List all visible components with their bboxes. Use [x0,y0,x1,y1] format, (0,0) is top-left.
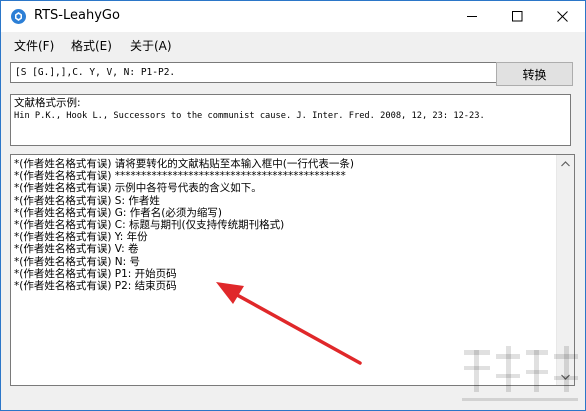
example-panel: 文献格式示例: Hin P.K., Hook L., Successors to… [10,94,571,146]
app-logo-icon [11,9,26,24]
menu-file[interactable]: 文件(F) [14,37,54,54]
text-line: *(作者姓名格式有误) V: 卷 [14,243,139,256]
text-line: *(作者姓名格式有误) P2: 结束页码 [14,279,177,292]
minimize-button[interactable] [450,1,495,32]
text-lines: *(作者姓名格式有误) 请将要转化的文献粘贴至本输入框中(一行代表一条) *(作… [14,158,554,292]
close-icon [557,11,568,22]
text-line: *(作者姓名格式有误) N: 号 [14,255,141,268]
chevron-up-icon [561,160,570,166]
minimize-icon [467,16,477,17]
example-label: 文献格式示例: [14,97,81,109]
format-input[interactable]: [S [G.],],C. Y, V, N: P1-P2. [10,62,501,83]
text-line: *(作者姓名格式有误) ****************************… [14,170,346,183]
maximize-button[interactable] [495,1,540,32]
title-bar: RTS-LeahyGo [1,1,585,32]
menu-bar: 文件(F) 格式(E) 关于(A) [1,32,585,58]
close-button[interactable] [540,1,585,32]
menu-format[interactable]: 格式(E) [71,37,112,54]
text-line: *(作者姓名格式有误) P1: 开始页码 [14,267,177,280]
text-line: *(作者姓名格式有误) 请将要转化的文献粘贴至本输入框中(一行代表一条) [14,158,354,170]
text-line: *(作者姓名格式有误) Y: 年份 [14,231,148,244]
text-line: *(作者姓名格式有误) S: 作者姓 [14,194,160,207]
window-title: RTS-LeahyGo [34,8,120,23]
text-line: *(作者姓名格式有误) C: 标题与期刊(仅支持传统期刊格式) [14,218,285,231]
menu-about[interactable]: 关于(A) [130,37,172,54]
convert-button[interactable]: 转换 [496,62,573,86]
text-line: *(作者姓名格式有误) 示例中各符号代表的含义如下。 [14,182,262,195]
text-line: *(作者姓名格式有误) G: 作者名(必须为缩写) [14,206,222,219]
maximize-icon [512,11,523,22]
example-text: Hin P.K., Hook L., Successors to the com… [14,111,485,121]
scroll-up-button[interactable] [557,155,574,172]
watermark-logo-icon [462,346,578,401]
